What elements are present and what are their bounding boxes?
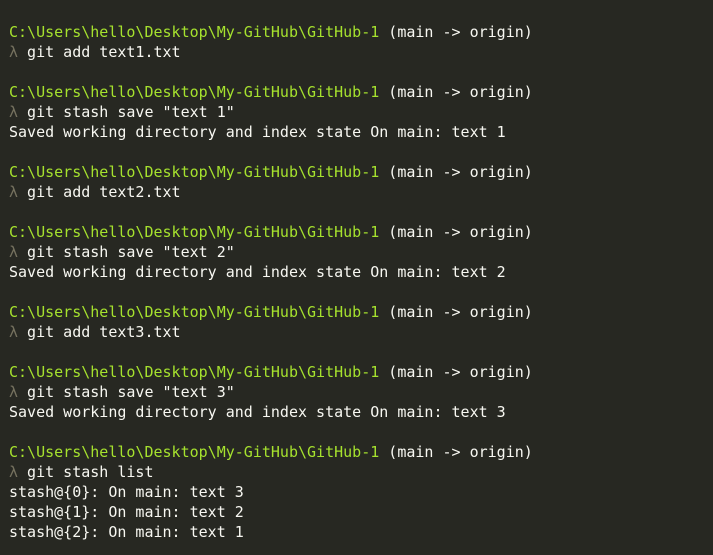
command-block: C:\Users\hello\Desktop\My-GitHub\GitHub-…	[9, 222, 713, 282]
output-line: Saved working directory and index state …	[9, 403, 506, 421]
command-text: git stash save "text 1"	[18, 103, 235, 121]
command-line: λ git add text3.txt	[9, 322, 713, 342]
prompt-path: C:\Users\hello\Desktop\My-GitHub\GitHub-…	[9, 443, 380, 461]
prompt-path: C:\Users\hello\Desktop\My-GitHub\GitHub-…	[9, 83, 380, 101]
branch-label: (main -> origin)	[388, 223, 533, 241]
command-text: git add text3.txt	[18, 323, 181, 341]
command-block: C:\Users\hello\Desktop\My-GitHub\GitHub-…	[9, 82, 713, 142]
output-line: stash@{0}: On main: text 3	[9, 483, 244, 501]
command-line: λ git stash save "text 3"	[9, 382, 713, 402]
terminal-window[interactable]: C:\Users\hello\Desktop\My-GitHub\GitHub-…	[0, 0, 713, 555]
prompt-line: C:\Users\hello\Desktop\My-GitHub\GitHub-…	[9, 222, 713, 242]
prompt-path: C:\Users\hello\Desktop\My-GitHub\GitHub-…	[9, 223, 380, 241]
output-line: stash@{1}: On main: text 2	[9, 503, 244, 521]
branch-label: (main -> origin)	[388, 163, 533, 181]
prompt-line: C:\Users\hello\Desktop\My-GitHub\GitHub-…	[9, 82, 713, 102]
command-text: git stash save "text 2"	[18, 243, 235, 261]
command-line: λ git stash list	[9, 462, 713, 482]
command-text: git add text2.txt	[18, 183, 181, 201]
prompt-line: C:\Users\hello\Desktop\My-GitHub\GitHub-…	[9, 162, 713, 182]
prompt-line: C:\Users\hello\Desktop\My-GitHub\GitHub-…	[9, 302, 713, 322]
output-line: stash@{2}: On main: text 1	[9, 523, 244, 541]
lambda-prompt-icon: λ	[9, 183, 19, 201]
terminal-output: C:\Users\hello\Desktop\My-GitHub\GitHub-…	[9, 22, 713, 542]
command-line: λ git add text2.txt	[9, 182, 713, 202]
prompt-path: C:\Users\hello\Desktop\My-GitHub\GitHub-…	[9, 363, 380, 381]
branch-label: (main -> origin)	[388, 83, 533, 101]
command-text: git add text1.txt	[18, 43, 181, 61]
command-line: λ git stash save "text 2"	[9, 242, 713, 262]
lambda-prompt-icon: λ	[9, 383, 19, 401]
prompt-path: C:\Users\hello\Desktop\My-GitHub\GitHub-…	[9, 23, 380, 41]
branch-label: (main -> origin)	[388, 303, 533, 321]
command-block: C:\Users\hello\Desktop\My-GitHub\GitHub-…	[9, 302, 713, 342]
command-line: λ git add text1.txt	[9, 42, 713, 62]
command-block: C:\Users\hello\Desktop\My-GitHub\GitHub-…	[9, 442, 713, 542]
lambda-prompt-icon: λ	[9, 463, 19, 481]
prompt-line: C:\Users\hello\Desktop\My-GitHub\GitHub-…	[9, 362, 713, 382]
output-line: Saved working directory and index state …	[9, 123, 506, 141]
lambda-prompt-icon: λ	[9, 323, 19, 341]
branch-label: (main -> origin)	[388, 443, 533, 461]
prompt-path: C:\Users\hello\Desktop\My-GitHub\GitHub-…	[9, 303, 380, 321]
lambda-prompt-icon: λ	[9, 43, 19, 61]
branch-label: (main -> origin)	[388, 23, 533, 41]
command-block: C:\Users\hello\Desktop\My-GitHub\GitHub-…	[9, 22, 713, 62]
command-text: git stash list	[18, 463, 154, 481]
command-text: git stash save "text 3"	[18, 383, 235, 401]
prompt-path: C:\Users\hello\Desktop\My-GitHub\GitHub-…	[9, 163, 380, 181]
output-line: Saved working directory and index state …	[9, 263, 506, 281]
command-line: λ git stash save "text 1"	[9, 102, 713, 122]
command-block: C:\Users\hello\Desktop\My-GitHub\GitHub-…	[9, 362, 713, 422]
branch-label: (main -> origin)	[388, 363, 533, 381]
lambda-prompt-icon: λ	[9, 243, 19, 261]
lambda-prompt-icon: λ	[9, 103, 19, 121]
prompt-line: C:\Users\hello\Desktop\My-GitHub\GitHub-…	[9, 22, 713, 42]
prompt-line: C:\Users\hello\Desktop\My-GitHub\GitHub-…	[9, 442, 713, 462]
command-block: C:\Users\hello\Desktop\My-GitHub\GitHub-…	[9, 162, 713, 202]
